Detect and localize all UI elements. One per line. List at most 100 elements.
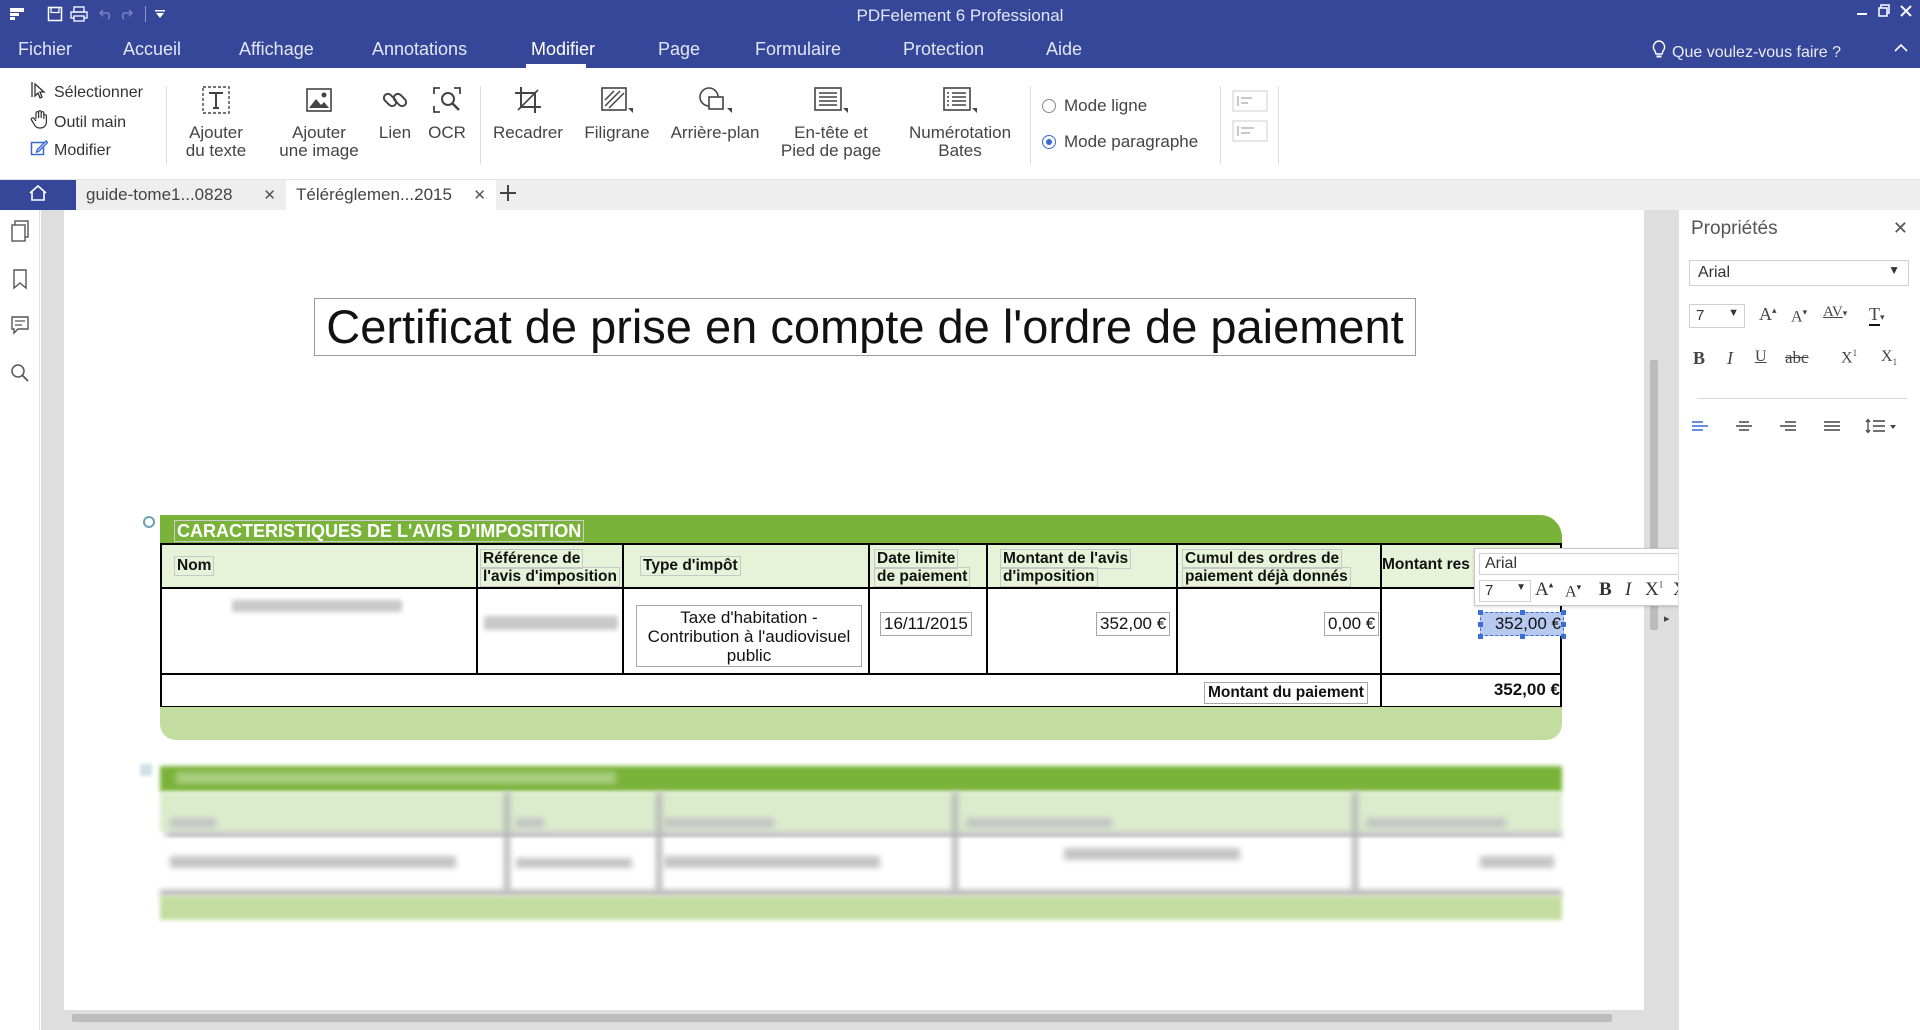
add-text-icon	[176, 86, 256, 118]
col-header-nom[interactable]: Nom	[174, 556, 215, 576]
line-spacing-icon[interactable]	[1865, 418, 1899, 439]
due-date-value[interactable]: 16/11/2015	[880, 612, 972, 636]
help-search[interactable]: Que voulez-vous faire ?	[1652, 40, 1841, 65]
select-tool-button[interactable]: Sélectionner	[30, 81, 143, 104]
close-panel-icon[interactable]: ✕	[1893, 218, 1908, 239]
resize-handle[interactable]	[1561, 622, 1566, 627]
close-tab-icon[interactable]: ✕	[263, 186, 276, 204]
align-center-icon[interactable]	[1735, 420, 1753, 439]
add-image-button[interactable]: Ajouter une image	[272, 86, 366, 160]
link-label: Lien	[378, 123, 412, 142]
remaining-amount-selected[interactable]: 352,00 €	[1480, 612, 1564, 636]
crop-button[interactable]: Recadrer	[490, 86, 566, 142]
resize-handle[interactable]	[1520, 610, 1525, 615]
underline-icon[interactable]: U	[1755, 348, 1767, 366]
watermark-button[interactable]: Filigrane	[580, 86, 654, 142]
float-size-select[interactable]: 7 ▼	[1479, 580, 1531, 602]
bold-icon[interactable]: B	[1599, 579, 1612, 601]
menu-accueil[interactable]: Accueil	[123, 39, 181, 60]
payment-label[interactable]: Montant du paiement	[1204, 682, 1368, 704]
menu-page[interactable]: Page	[658, 39, 700, 60]
close-window-icon[interactable]	[1900, 4, 1912, 21]
col-header-date-2[interactable]: de paiement	[874, 567, 971, 587]
resize-handle[interactable]	[1478, 634, 1483, 639]
expand-panel-icon[interactable]: ▸	[1664, 612, 1670, 625]
collapse-ribbon-icon[interactable]	[1894, 40, 1908, 56]
font-family-select[interactable]: Arial ▼	[1689, 260, 1909, 286]
thumbnails-icon[interactable]	[10, 220, 30, 247]
section-anchor-icon[interactable]	[143, 516, 155, 528]
menu-affichage[interactable]: Affichage	[239, 39, 314, 60]
col-header-restant[interactable]: Montant res	[1380, 556, 1472, 574]
strikethrough-icon[interactable]: abc	[1785, 348, 1809, 368]
line-mode-radio[interactable]: Mode ligne	[1042, 96, 1147, 116]
tab-label: guide-tome1...0828	[86, 185, 233, 204]
font-size-select[interactable]: 7 ▼	[1689, 304, 1745, 328]
col-header-date-1[interactable]: Date limite	[874, 549, 959, 569]
ocr-button[interactable]: OCR	[426, 86, 468, 142]
search-icon[interactable]	[10, 362, 30, 389]
justify-icon[interactable]	[1823, 420, 1841, 439]
menu-modifier[interactable]: Modifier	[531, 39, 595, 60]
edit-tool-button[interactable]: Modifier	[30, 139, 111, 162]
col-header-reference-2[interactable]: l'avis d'imposition	[480, 567, 620, 587]
distribute-objects-icon[interactable]	[1232, 120, 1268, 147]
col-header-reference-1[interactable]: Référence de	[480, 549, 584, 569]
tax-type-cell[interactable]: Taxe d'habitation - Contribution à l'aud…	[636, 605, 862, 667]
resize-handle[interactable]	[1478, 622, 1483, 627]
background-button[interactable]: Arrière-plan	[664, 86, 766, 142]
hand-tool-button[interactable]: Outil main	[30, 110, 126, 135]
tax-amount-value[interactable]: 352,00 €	[1096, 612, 1171, 636]
font-size-value: 7	[1696, 307, 1705, 324]
close-tab-icon[interactable]: ✕	[473, 186, 486, 204]
superscript-icon[interactable]: X1	[1645, 579, 1663, 601]
menu-formulaire[interactable]: Formulaire	[755, 39, 841, 60]
menu-aide[interactable]: Aide	[1046, 39, 1082, 60]
tab-telereglement[interactable]: Téléréglemen...2015 ✕	[286, 180, 496, 210]
increase-font-icon[interactable]: A▴	[1535, 579, 1553, 601]
payment-value[interactable]: 352,00 €	[1480, 680, 1560, 700]
resize-handle[interactable]	[1561, 610, 1566, 615]
restore-icon[interactable]	[1878, 4, 1890, 21]
horizontal-scrollbar[interactable]	[72, 1014, 1612, 1022]
link-button[interactable]: Lien	[376, 86, 414, 142]
italic-icon[interactable]: I	[1625, 579, 1631, 601]
menu-protection[interactable]: Protection	[903, 39, 984, 60]
menu-fichier[interactable]: Fichier	[18, 39, 72, 60]
decrease-font-icon[interactable]: A▾	[1565, 582, 1581, 601]
document-title[interactable]: Certificat de prise en compte de l'ordre…	[314, 298, 1416, 356]
bold-icon[interactable]: B	[1693, 348, 1705, 369]
minimize-icon[interactable]	[1856, 4, 1868, 21]
resize-handle[interactable]	[1561, 634, 1566, 639]
character-spacing-icon[interactable]: AV▾	[1823, 304, 1847, 321]
add-image-label-1: Ajouter	[292, 123, 346, 142]
resize-handle[interactable]	[1520, 634, 1525, 639]
align-right-icon[interactable]	[1779, 420, 1797, 439]
align-left-icon[interactable]	[1691, 420, 1709, 439]
italic-icon[interactable]: I	[1727, 348, 1733, 369]
text-color-icon[interactable]: T▾	[1869, 304, 1885, 326]
col-header-type[interactable]: Type d'impôt	[640, 556, 741, 576]
home-tab[interactable]	[0, 180, 76, 210]
subscript-icon[interactable]: X1	[1881, 348, 1897, 367]
paragraph-mode-radio[interactable]: Mode paragraphe	[1042, 132, 1198, 152]
section-header-text[interactable]: CARACTERISTIQUES DE L'AVIS D'IMPOSITION	[174, 520, 585, 542]
menu-annotations[interactable]: Annotations	[372, 39, 467, 60]
decrease-font-icon[interactable]: A▾	[1791, 307, 1807, 326]
comment-icon[interactable]	[10, 314, 30, 341]
superscript-icon[interactable]: X1	[1841, 348, 1857, 367]
col-header-cumul-1[interactable]: Cumul des ordres de	[1182, 549, 1343, 569]
bates-numbering-button[interactable]: Numérotation Bates	[900, 86, 1020, 160]
increase-font-icon[interactable]: A▴	[1759, 304, 1777, 325]
add-tab-icon[interactable]	[498, 182, 518, 210]
header-footer-button[interactable]: En-tête et Pied de page	[776, 86, 886, 160]
col-header-montant-1[interactable]: Montant de l'avis	[1000, 549, 1132, 569]
tab-guide-tome1[interactable]: guide-tome1...0828 ✕	[76, 180, 286, 210]
align-objects-icon[interactable]	[1232, 90, 1268, 117]
col-header-cumul-2[interactable]: paiement déjà donnés	[1182, 567, 1351, 587]
cumulative-value[interactable]: 0,00 €	[1324, 612, 1380, 636]
add-text-button[interactable]: Ajouter du texte	[176, 86, 256, 160]
bookmark-icon[interactable]	[10, 268, 30, 295]
col-header-montant-2[interactable]: d'imposition	[1000, 567, 1098, 587]
resize-handle[interactable]	[1478, 610, 1483, 615]
